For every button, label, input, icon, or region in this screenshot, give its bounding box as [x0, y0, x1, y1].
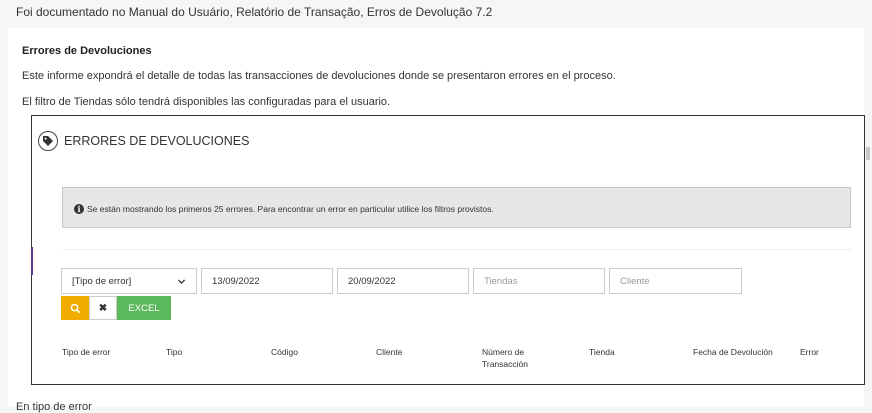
- column-header-return-date: Fecha de Devolución: [693, 347, 773, 357]
- documentation-reference: Foi documentado no Manual do Usuário, Re…: [16, 5, 493, 19]
- divider: [62, 249, 851, 250]
- accent-bar: [31, 247, 33, 275]
- report-panel-frame: [31, 115, 865, 385]
- column-header-type: Tipo: [166, 347, 183, 357]
- stores-filter-note: El filtro de Tiendas sólo tendrá disponi…: [22, 96, 391, 108]
- panel-title: ERRORES DE DEVOLUCIONES: [64, 134, 250, 148]
- column-header-client: Cliente: [376, 347, 403, 357]
- client-input[interactable]: Cliente: [609, 268, 742, 294]
- date-to-input[interactable]: 20/09/2022: [337, 268, 469, 294]
- date-from-input[interactable]: 13/09/2022: [201, 268, 333, 294]
- column-header-transaction-number-line1: Número de: [482, 347, 525, 357]
- tag-icon: [38, 131, 58, 151]
- error-type-select[interactable]: [Tipo de error]: [61, 268, 197, 294]
- trailing-text: En tipo de error: [16, 401, 92, 413]
- chevron-down-icon: [177, 278, 186, 284]
- info-alert: i Se están mostrando los primeros 25 err…: [62, 187, 851, 228]
- column-header-error: Error: [800, 347, 819, 357]
- column-header-transaction-number-line2: Transacción: [482, 359, 528, 369]
- stores-input[interactable]: Tiendas: [473, 268, 605, 294]
- column-header-code: Código: [271, 347, 298, 357]
- column-header-store: Tienda: [589, 347, 615, 357]
- search-button[interactable]: [61, 296, 89, 320]
- search-icon: [70, 303, 80, 313]
- info-icon: i: [74, 204, 84, 214]
- excel-export-button[interactable]: EXCEL: [117, 296, 171, 320]
- description-paragraph: Este informe expondrá el detalle de toda…: [22, 70, 616, 82]
- column-header-error-type: Tipo de error: [62, 347, 111, 357]
- section-title: Errores de Devoluciones: [22, 45, 152, 57]
- error-type-value: [Tipo de error]: [72, 275, 132, 287]
- clear-filters-button[interactable]: ✖: [89, 296, 117, 320]
- alert-text: Se están mostrando los primeros 25 error…: [87, 204, 494, 214]
- scrollbar-thumb[interactable]: [866, 147, 870, 160]
- column-header-transaction-number: Número de Transacción: [482, 346, 528, 370]
